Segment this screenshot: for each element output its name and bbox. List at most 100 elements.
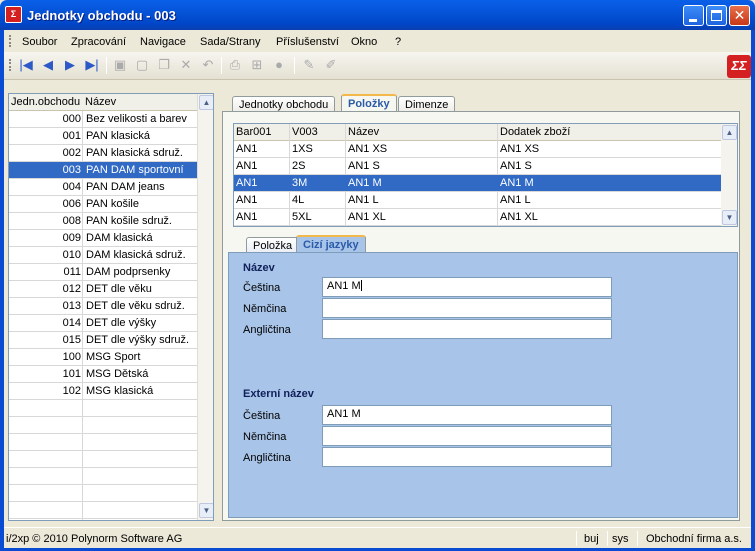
minimize-button[interactable] xyxy=(683,5,704,26)
column-header-code[interactable]: Jedn.obchodu xyxy=(11,96,83,108)
list-item[interactable]: 015 DET dle výšky sdruž. xyxy=(9,332,197,349)
column-header-name[interactable]: Název xyxy=(85,96,116,108)
list-item[interactable]: 014 DET dle výšky xyxy=(9,315,197,332)
list-item[interactable] xyxy=(9,417,197,434)
column-header-v003[interactable]: V003 xyxy=(292,126,318,138)
close-button[interactable]: ✕ xyxy=(729,5,750,26)
toolbar-grip[interactable] xyxy=(9,59,11,71)
list-item-code: 015 xyxy=(62,334,81,346)
status-user: buj xyxy=(584,533,599,545)
delete-icon[interactable]: ✕ xyxy=(178,57,194,73)
input-nazev-nemcina[interactable] xyxy=(322,298,612,318)
list-item[interactable]: 101 MSG Dětská xyxy=(9,366,197,383)
status-separator xyxy=(607,531,608,546)
app-icon[interactable]: Σ xyxy=(5,6,22,23)
menu-okno[interactable]: Okno xyxy=(351,36,377,48)
menu-prislusenstvi[interactable]: Příslušenství xyxy=(276,36,339,48)
undo-icon[interactable]: ↶ xyxy=(200,57,216,73)
input-externi-cestina[interactable]: AN1 M xyxy=(322,405,612,425)
list-item[interactable]: 008 PAN košile sdruž. xyxy=(9,213,197,230)
list-item[interactable]: 102 MSG klasická xyxy=(9,383,197,400)
menu-soubor[interactable]: Soubor xyxy=(22,36,57,48)
scroll-down-icon[interactable]: ▼ xyxy=(199,503,213,518)
list-item[interactable]: 000 Bez velikosti a barev xyxy=(9,111,197,128)
list-item[interactable]: 011 DAM podprsenky xyxy=(9,264,197,281)
table-cell: AN1 xyxy=(236,160,258,172)
column-header-bar001[interactable]: Bar001 xyxy=(236,126,271,138)
list-item[interactable]: 010 DAM klasická sdruž. xyxy=(9,247,197,264)
list-item[interactable]: 002 PAN klasická sdruž. xyxy=(9,145,197,162)
new-record-icon[interactable]: ▢ xyxy=(134,57,150,73)
menu-sada-strany[interactable]: Sada/Strany xyxy=(200,36,261,48)
brand-logo-icon: ΣΣ xyxy=(727,55,751,78)
table-cell: AN1 xyxy=(236,143,258,155)
status-copyright: i/2xp © 2010 Polynorm Software AG xyxy=(6,533,183,545)
list-header: Jedn.obchodu Název xyxy=(9,94,197,111)
scroll-up-icon[interactable]: ▲ xyxy=(722,125,737,140)
list-item[interactable]: 012 DET dle věku xyxy=(9,281,197,298)
list-scrollbar[interactable]: ▲ ▼ xyxy=(197,94,213,520)
first-record-icon[interactable]: |◀ xyxy=(18,57,34,73)
table-cell: 5XL xyxy=(292,211,312,223)
list-item-code: 002 xyxy=(62,147,81,159)
print-icon[interactable]: ⎙ xyxy=(227,57,243,73)
column-header-dodatek[interactable]: Dodatek zboží xyxy=(500,126,570,138)
list-item[interactable]: 006 PAN košile xyxy=(9,196,197,213)
list-item-name: PAN DAM jeans xyxy=(86,181,165,193)
list-item[interactable] xyxy=(9,451,197,468)
maximize-button[interactable] xyxy=(706,5,727,26)
list-item[interactable] xyxy=(9,400,197,417)
edit-icon[interactable]: ✎ xyxy=(301,57,317,73)
table-cell: 1XS xyxy=(292,143,313,155)
list-item[interactable]: 003 PAN DAM sportovní xyxy=(9,162,197,179)
list-item[interactable]: 100 MSG Sport xyxy=(9,349,197,366)
table-row[interactable]: AN1 2S AN1 S AN1 S xyxy=(234,158,721,175)
stop-icon[interactable]: ● xyxy=(271,57,287,73)
table-cell: AN1 L xyxy=(500,194,531,206)
input-nazev-cestina[interactable]: AN1 M xyxy=(322,277,612,297)
input-externi-nemcina[interactable] xyxy=(322,426,612,446)
scroll-up-icon[interactable]: ▲ xyxy=(199,95,213,110)
last-record-icon[interactable]: ▶| xyxy=(84,57,100,73)
save-icon[interactable]: ▣ xyxy=(112,57,128,73)
list-item-code: 001 xyxy=(62,130,81,142)
list-item-name: MSG Dětská xyxy=(86,368,149,380)
label-nazev-nemcina: Němčina xyxy=(243,303,287,315)
input-nazev-anglictina[interactable] xyxy=(322,319,612,339)
label-nazev-anglictina: Angličtina xyxy=(243,324,291,336)
table-row[interactable]: AN1 1XS AN1 XS AN1 XS xyxy=(234,141,721,158)
status-bar: i/2xp © 2010 Polynorm Software AG buj sy… xyxy=(4,527,751,548)
scroll-down-icon[interactable]: ▼ xyxy=(722,210,737,225)
menu-navigace[interactable]: Navigace xyxy=(140,36,186,48)
list-item[interactable] xyxy=(9,485,197,502)
list-item[interactable] xyxy=(9,502,197,519)
table-row[interactable]: AN1 4L AN1 L AN1 L xyxy=(234,192,721,209)
label-externi-cestina: Čeština xyxy=(243,410,281,422)
list-item[interactable]: 013 DET dle věku sdruž. xyxy=(9,298,197,315)
next-record-icon[interactable]: ▶ xyxy=(62,57,78,73)
table-cell: AN1 M xyxy=(348,177,382,189)
list-item[interactable] xyxy=(9,434,197,451)
list-item[interactable]: 001 PAN klasická xyxy=(9,128,197,145)
title-bar[interactable]: Σ Jednotky obchodu - 003 ✕ xyxy=(0,0,755,30)
input-externi-anglictina[interactable] xyxy=(322,447,612,467)
menu-help[interactable]: ? xyxy=(395,36,401,48)
list-item-name: Bez velikosti a barev xyxy=(86,113,187,125)
table-row[interactable]: AN1 3M AN1 M AN1 M xyxy=(234,175,721,192)
list-item-code: 013 xyxy=(62,300,81,312)
list-item[interactable] xyxy=(9,468,197,485)
tree-icon[interactable]: ⊞ xyxy=(249,57,265,73)
list-item[interactable]: 004 PAN DAM jeans xyxy=(9,179,197,196)
menu-zpracovani[interactable]: Zpracování xyxy=(71,36,126,48)
edit-alt-icon[interactable]: ✐ xyxy=(323,57,339,73)
list-item[interactable]: 009 DAM klasická xyxy=(9,230,197,247)
menu-grip[interactable] xyxy=(9,35,11,47)
table-row[interactable]: AN1 5XL AN1 XL AN1 XL xyxy=(234,209,721,226)
items-grid: Bar001 V003 Název Dodatek zboží AN1 1XS AN… xyxy=(233,123,738,227)
previous-record-icon[interactable]: ◀ xyxy=(40,57,56,73)
column-header-nazev[interactable]: Název xyxy=(348,126,379,138)
copy-icon[interactable]: ❐ xyxy=(156,57,172,73)
status-company: Obchodní firma a.s. xyxy=(646,533,742,545)
grid-scrollbar[interactable]: ▲ ▼ xyxy=(721,124,737,226)
table-cell: AN1 XS xyxy=(348,143,388,155)
